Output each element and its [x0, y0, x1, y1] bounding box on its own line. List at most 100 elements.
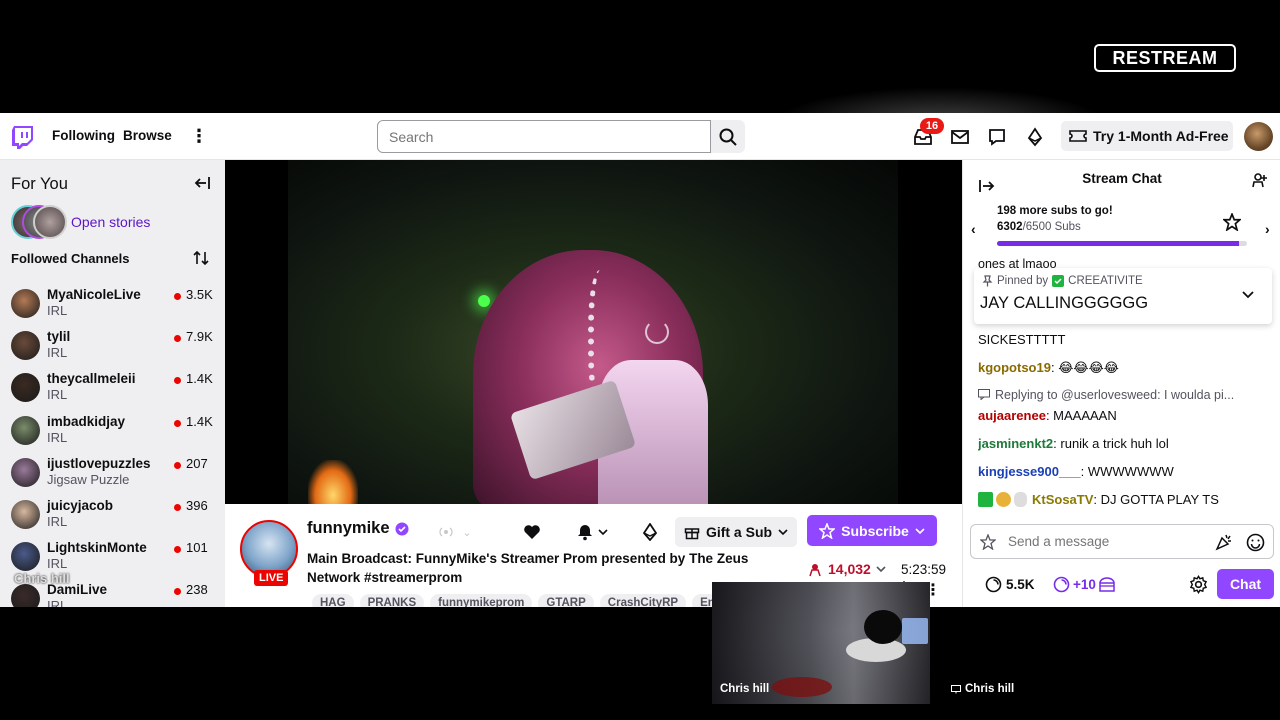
more-menu-icon[interactable]: ⋮ — [190, 126, 208, 146]
stream-tag[interactable]: HAG — [312, 594, 354, 607]
viewer-count: 14,032 — [807, 561, 886, 577]
chat-send-button[interactable]: Chat — [1217, 569, 1274, 599]
camera-label: Chris hill — [720, 683, 770, 695]
bits-diamond-icon — [1027, 127, 1043, 147]
sidebar-channel[interactable]: tylil IRL 7.9K — [0, 327, 225, 369]
disabled-action: ⌄ — [425, 520, 485, 544]
search-icon — [719, 128, 737, 146]
channel-viewers: 101 — [186, 540, 208, 556]
twitch-logo-icon[interactable] — [11, 125, 35, 150]
emoji-icon[interactable] — [1246, 533, 1265, 552]
emote-animation-icon[interactable] — [1215, 533, 1233, 551]
sidebar-channel[interactable]: theycallmeleii IRL 1.4K — [0, 369, 225, 411]
treasure-chest-icon — [1099, 577, 1115, 592]
stream-tag[interactable]: CrashCityRP — [599, 594, 687, 607]
cheer-button[interactable] — [635, 517, 665, 547]
story-avatar — [33, 205, 67, 239]
broadcast-icon — [439, 527, 453, 537]
pinned-message[interactable]: Pinned by CREEATIVITE JAY CALLINGGGGGG — [974, 268, 1272, 324]
channel-viewers: 1.4K — [186, 413, 213, 429]
channel-avatar — [11, 500, 40, 529]
stream-tag[interactable]: funnymikeprom — [430, 594, 533, 607]
live-dot-icon — [174, 546, 181, 554]
channel-viewers: 396 — [186, 498, 208, 513]
collapse-sidebar-icon[interactable] — [193, 174, 211, 192]
bonus-points[interactable]: +10 — [1053, 576, 1115, 593]
chevron-down-icon — [598, 529, 608, 536]
ad-free-label: Try 1-Month Ad-Free — [1093, 128, 1229, 144]
bits-button[interactable] — [1023, 125, 1047, 149]
chat-username[interactable]: kgopotso19 — [978, 360, 1051, 375]
sub-goal: ‹ 198 more subs to go! 6302/6500 Subs › — [963, 197, 1280, 249]
chevron-down-icon — [778, 529, 788, 536]
chevron-down-icon[interactable] — [876, 565, 886, 573]
reply-icon — [978, 389, 990, 401]
chat-username[interactable]: KtSosaTV — [1032, 492, 1093, 507]
channel-name: tylil — [47, 329, 71, 345]
sidebar-channel[interactable]: imbadkidjay IRL 1.4K — [0, 412, 225, 454]
chat-username[interactable]: jasminenkt2 — [978, 436, 1053, 451]
channel-category: IRL — [47, 598, 68, 607]
tag-list: HAGPRANKSfunnymikepromGTARPCrashCityRPEn… — [312, 594, 743, 607]
star-icon — [1223, 213, 1241, 231]
channel-avatar — [11, 289, 40, 318]
goal-next-icon[interactable]: › — [1265, 221, 1270, 237]
open-stories-link[interactable]: Open stories — [71, 214, 150, 230]
search-button[interactable] — [711, 120, 745, 153]
chat-message: kingjesse900___: WWWWWWW — [978, 464, 1274, 479]
goal-progress-text: 6302/6500 Subs — [997, 221, 1081, 233]
whispers-button[interactable] — [985, 125, 1009, 149]
chevron-down-icon: ⌄ — [462, 526, 472, 539]
subscribe-button[interactable]: Subscribe — [807, 515, 937, 546]
badge-icon — [996, 492, 1011, 507]
streamer-name[interactable]: funnymike — [307, 519, 390, 538]
channel-category: IRL — [47, 303, 68, 318]
chat-message: SICKESTTTTT — [978, 332, 1274, 347]
nav-browse[interactable]: Browse — [123, 128, 172, 143]
video-player[interactable] — [225, 160, 962, 504]
user-avatar[interactable] — [1244, 122, 1273, 151]
goal-prev-icon[interactable]: ‹ — [971, 221, 976, 237]
search-input[interactable] — [377, 120, 711, 153]
overlay-participant-name: Chris hill — [14, 571, 70, 586]
sidebar-channel[interactable]: ijustlovepuzzles Jigsaw Puzzle 207 — [0, 454, 225, 496]
gear-icon[interactable] — [1189, 575, 1208, 594]
channel-category: Jigsaw Puzzle — [47, 471, 130, 487]
chevron-down-icon[interactable] — [1240, 286, 1256, 302]
gift-sub-button[interactable]: Gift a Sub — [675, 517, 797, 547]
channel-avatar — [11, 331, 40, 361]
chat-username[interactable]: aujaarenee — [978, 408, 1046, 423]
uptime: 5:23:59 — [901, 562, 947, 577]
goal-progress-fill — [997, 241, 1240, 246]
channel-points[interactable]: 5.5K — [985, 576, 1035, 593]
notification-bell-button[interactable] — [569, 517, 615, 547]
users-icon[interactable] — [1251, 171, 1269, 189]
ad-free-button[interactable]: Try 1-Month Ad-Free — [1061, 121, 1233, 151]
chat-input-box[interactable] — [970, 524, 1274, 559]
nav-following[interactable]: Following — [52, 128, 115, 143]
chat-title: Stream Chat — [1082, 171, 1162, 186]
chat-username[interactable]: kingjesse900___ — [978, 464, 1081, 479]
camera-label-secondary: Chris hill — [951, 683, 1014, 695]
stories-avatars[interactable] — [11, 205, 67, 239]
star-icon[interactable] — [980, 534, 996, 550]
sidebar-channel[interactable]: MyaNicoleLive IRL 3.5K — [0, 285, 225, 327]
chat-message: aujaarenee: MAAAAAN — [978, 408, 1274, 423]
stream-tag[interactable]: GTARP — [538, 594, 594, 607]
messages-button[interactable] — [948, 125, 972, 149]
restream-logo: RESTREAM — [1094, 44, 1236, 72]
fire-glow — [308, 460, 358, 504]
chevron-down-icon — [915, 527, 925, 534]
live-dot-icon — [174, 588, 181, 596]
green-light — [478, 295, 490, 307]
sidebar-channel[interactable]: juicyjacob IRL 396 — [0, 496, 225, 538]
goal-favorite-button[interactable] — [1218, 208, 1246, 236]
reply-context-text: Replying to @userlovesweed: I woulda pi.… — [995, 388, 1235, 402]
follow-button[interactable] — [517, 517, 547, 547]
viewer-count-value: 14,032 — [828, 561, 871, 577]
pinned-message-text: JAY CALLINGGGGGG — [980, 294, 1149, 312]
bell-icon — [578, 525, 592, 541]
chat-input[interactable] — [1008, 534, 1208, 549]
sort-icon[interactable] — [193, 250, 209, 266]
stream-tag[interactable]: PRANKS — [359, 594, 425, 607]
